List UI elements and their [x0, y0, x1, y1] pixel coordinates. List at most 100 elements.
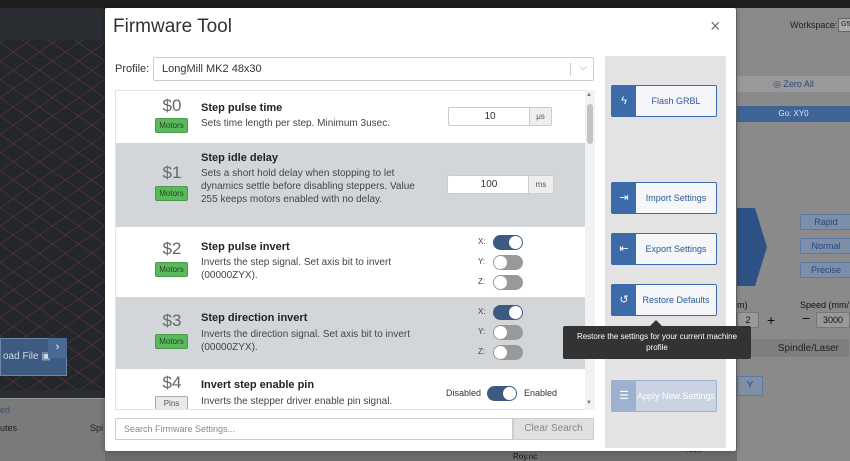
close-icon[interactable]: ×: [710, 17, 721, 35]
setting-title: Step pulse invert: [201, 241, 290, 253]
precise-button[interactable]: Precise: [800, 262, 850, 278]
category-badge: Motors: [155, 186, 188, 201]
mm-label: m): [737, 300, 748, 310]
bg-text-ed: ed: [0, 405, 11, 415]
unit-label: ms: [528, 176, 553, 193]
setting-code: $3: [162, 311, 182, 330]
search-input[interactable]: Search Firmware Settings...: [115, 418, 513, 440]
import-icon: ⇥: [612, 183, 636, 213]
export-icon: ⇤: [612, 234, 636, 264]
axis-label: X:: [478, 237, 486, 246]
category-badge: Motors: [155, 118, 188, 133]
y-axis-toggle[interactable]: [493, 325, 523, 340]
lightning-icon: ϟ: [612, 86, 636, 116]
axis-label: Z:: [478, 277, 486, 286]
restore-defaults-tooltip: Restore the settings for your current ma…: [563, 326, 751, 359]
minus-icon[interactable]: −: [802, 310, 810, 326]
bg-text-utes: utes: [0, 423, 18, 433]
setting-row-4: $4 Pins Invert step enable pin Inverts t…: [116, 369, 586, 409]
setting-row-1: $1 Motors Step idle delay Sets a short h…: [116, 143, 586, 227]
scroll-thumb[interactable]: [587, 104, 593, 144]
export-settings-button[interactable]: ⇤ Export Settings: [611, 233, 717, 265]
top-bar: [0, 0, 850, 8]
settings-list: $0 Motors Step pulse time Sets time leng…: [115, 90, 595, 410]
bg-file-text: Roy.nc: [513, 452, 538, 461]
step-enable-invert-toggle[interactable]: [487, 386, 517, 401]
clear-search-button[interactable]: Clear Search: [513, 418, 594, 440]
disabled-label: Disabled: [446, 388, 482, 398]
setting-title: Step pulse time: [201, 102, 283, 114]
category-badge: Motors: [155, 334, 188, 349]
y-button[interactable]: Y: [737, 376, 763, 396]
modal-title: Firmware Tool: [113, 16, 232, 37]
setting-row-3: $3 Motors Step direction invert Inverts …: [116, 297, 586, 369]
bg-text-spi: Spi: [90, 423, 104, 433]
setting-title: Step idle delay: [201, 152, 279, 164]
enabled-label: Enabled: [524, 388, 558, 398]
setting-code: $1: [162, 163, 182, 182]
flash-grbl-button[interactable]: ϟ Flash GRBL: [611, 85, 717, 117]
flash-grbl-label: Flash GRBL: [651, 96, 701, 106]
rapid-button[interactable]: Rapid: [800, 214, 850, 230]
unit-label: μs: [529, 108, 551, 125]
axis-label: Y:: [478, 257, 486, 266]
import-settings-label: Import Settings: [645, 193, 707, 203]
step-pulse-time-input[interactable]: 10 μs: [448, 107, 552, 126]
input-value: 10: [484, 111, 496, 122]
export-settings-label: Export Settings: [645, 244, 707, 254]
actions-panel: ϟ Flash GRBL ⇥ Import Settings ⇤ Export …: [605, 56, 726, 448]
plus-icon[interactable]: +: [767, 312, 775, 328]
setting-row-2: $2 Motors Step pulse invert Inverts the …: [116, 227, 586, 297]
setting-code: $2: [162, 239, 182, 258]
setting-title: Invert step enable pin: [201, 379, 315, 391]
go-xy-button[interactable]: Go: XY0: [737, 106, 850, 122]
input-value: 100: [480, 179, 498, 190]
speed-input[interactable]: 3000: [816, 312, 850, 328]
category-badge: Motors: [155, 262, 188, 277]
workspace-label: Workspace:: [790, 20, 838, 30]
workspace-select[interactable]: G5: [838, 18, 850, 32]
z-axis-toggle[interactable]: [493, 345, 523, 360]
y-axis-toggle[interactable]: [493, 255, 523, 270]
scroll-down-icon[interactable]: ▼: [586, 400, 592, 406]
firmware-tool-modal: Firmware Tool × Profile: LongMill MK2 48…: [105, 8, 736, 451]
normal-button[interactable]: Normal: [800, 238, 850, 254]
setting-description: Inverts the stepper driver enable pin si…: [201, 396, 393, 407]
axis-label: X:: [478, 307, 486, 316]
setting-description: Inverts the step signal. Set axis bit to…: [201, 257, 392, 281]
category-badge: Pins: [155, 396, 188, 409]
setting-code: $0: [162, 96, 182, 115]
setting-description: Sets time length per step. Minimum 3usec…: [201, 118, 390, 129]
setting-code: $4: [162, 373, 182, 392]
speed-label: Speed (mm/: [800, 300, 850, 310]
search-placeholder: Search Firmware Settings...: [124, 424, 236, 434]
profile-label: Profile:: [115, 63, 150, 75]
spindle-laser-tab[interactable]: Spindle/Laser: [737, 338, 850, 358]
chevron-right-icon[interactable]: ›: [48, 338, 67, 358]
axis-label: Z:: [478, 347, 486, 356]
apply-new-settings-label: Apply New Settings: [636, 391, 716, 401]
restore-defaults-label: Restore Defaults: [642, 295, 710, 305]
setting-description: Inverts the direction signal. Set axis b…: [201, 329, 410, 353]
profile-select[interactable]: LongMill MK2 48x30 ⌵: [153, 57, 594, 81]
x-axis-toggle[interactable]: [493, 305, 523, 320]
settings-scrollbar[interactable]: ▲ ▼: [585, 90, 595, 410]
select-divider: [570, 63, 571, 76]
x-axis-toggle[interactable]: [493, 235, 523, 250]
apply-new-settings-button[interactable]: ☰ Apply New Settings: [611, 380, 717, 412]
restore-defaults-button[interactable]: ↺ Restore Defaults: [611, 284, 717, 316]
step-idle-delay-input[interactable]: 100 ms: [447, 175, 554, 194]
chevron-down-icon: ⌵: [579, 62, 587, 73]
axis-label: Y:: [478, 327, 486, 336]
list-icon: ☰: [612, 381, 636, 411]
scroll-up-icon[interactable]: ▲: [586, 92, 592, 98]
z-axis-toggle[interactable]: [493, 275, 523, 290]
import-settings-button[interactable]: ⇥ Import Settings: [611, 182, 717, 214]
undo-icon: ↺: [612, 285, 636, 315]
zero-all-button[interactable]: ◎ Zero All: [737, 76, 850, 92]
setting-title: Step direction invert: [201, 312, 308, 324]
load-file-label: oad File: [3, 351, 39, 362]
setting-description: Sets a short hold delay when stopping to…: [201, 168, 415, 205]
job-stats-panel: ed utes Spi: [0, 398, 105, 461]
profile-value: LongMill MK2 48x30: [162, 63, 262, 75]
